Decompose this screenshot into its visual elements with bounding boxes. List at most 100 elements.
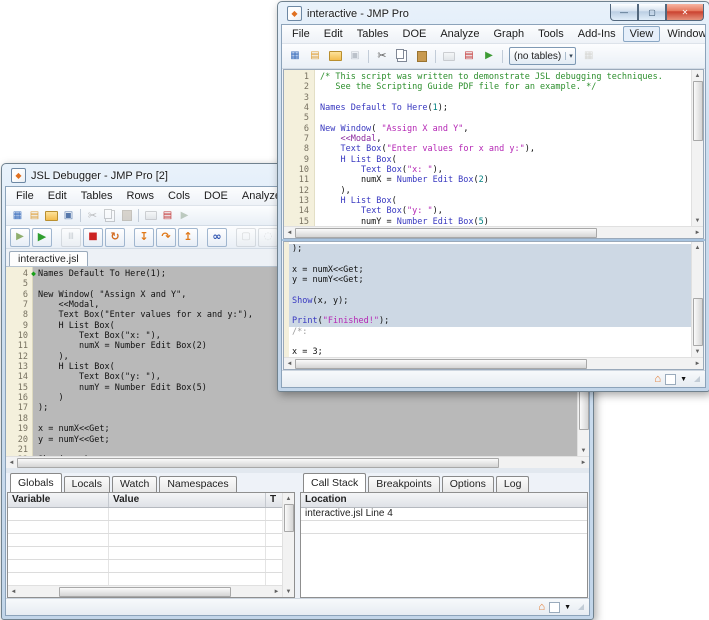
scrollbar-thumb[interactable] [17, 458, 499, 468]
log-line[interactable]: y = numY<<Get; [289, 275, 691, 285]
maximize-button[interactable]: ▢ [638, 4, 666, 21]
scroll-right-icon[interactable]: ► [692, 227, 703, 238]
code-line[interactable]: 12 ), [284, 186, 691, 196]
code-line[interactable]: 9 H List Box( [284, 155, 691, 165]
table-row[interactable] [8, 508, 282, 521]
variables-hscrollbar[interactable]: ◄ ► [8, 585, 282, 597]
scroll-down-icon[interactable]: ▼ [578, 445, 589, 456]
code-line[interactable]: 11 numX = Number Edit Box(2) [284, 175, 691, 185]
menu-item-graph[interactable]: Graph [486, 26, 531, 42]
scroll-right-icon[interactable]: ► [271, 586, 282, 597]
open-icon[interactable] [44, 209, 59, 223]
code-line[interactable]: 10 Text Box("x: "), [284, 165, 691, 175]
code-line[interactable]: 8 Text Box("Enter values for x and y:"), [284, 144, 691, 154]
log-line[interactable]: x = 3; [289, 347, 691, 357]
log-line[interactable]: ); [289, 244, 691, 254]
scroll-up-icon[interactable]: ▲ [692, 70, 703, 81]
tab-globals[interactable]: Globals [10, 473, 62, 492]
copy-icon[interactable] [393, 48, 411, 65]
debug-run-icon[interactable] [10, 228, 30, 247]
pdf-icon[interactable] [160, 209, 175, 223]
tab-breakpoints[interactable]: Breakpoints [368, 476, 439, 492]
dropdown-arrow-icon[interactable]: ▼ [564, 604, 571, 611]
scrollbar-thumb[interactable] [284, 504, 294, 532]
log-line[interactable]: Print("Finished!"); [289, 316, 691, 326]
step-over-icon[interactable] [156, 228, 176, 247]
stop-icon[interactable] [83, 228, 103, 247]
pdf-icon[interactable] [460, 48, 478, 65]
menu-item-doe[interactable]: DOE [197, 188, 235, 204]
log-line[interactable] [289, 337, 691, 347]
code-line[interactable]: 13 H List Box( [284, 196, 691, 206]
scroll-left-icon[interactable]: ◄ [284, 227, 295, 238]
code-line[interactable]: 4Names Default To Here(1); [284, 103, 691, 113]
code-line[interactable]: 5 [284, 113, 691, 123]
scrollbar-thumb[interactable] [693, 298, 703, 346]
table-row[interactable] [301, 521, 587, 534]
home-icon[interactable]: ⌂ [654, 374, 661, 385]
log-line[interactable] [289, 254, 691, 264]
new-script-icon[interactable] [27, 209, 42, 223]
interactive-titlebar[interactable]: ◆ interactive - JMP Pro — ▢ ✕ [281, 2, 706, 24]
code-line[interactable]: 2 See the Scripting Guide PDF file for a… [284, 82, 691, 92]
log-vscrollbar[interactable]: ▲ ▼ [691, 242, 703, 357]
table-row[interactable] [8, 521, 282, 534]
cut-icon[interactable] [373, 48, 391, 65]
step-into-icon[interactable] [134, 228, 154, 247]
tables-dropdown[interactable]: (no tables)▾ [509, 47, 576, 65]
save-icon[interactable] [61, 209, 76, 223]
code-line[interactable]: 17); [6, 403, 577, 413]
resize-grip[interactable] [694, 376, 700, 382]
scroll-up-icon[interactable]: ▲ [283, 493, 294, 504]
tab-call-stack[interactable]: Call Stack [303, 473, 366, 492]
scroll-right-icon[interactable]: ► [692, 358, 703, 369]
scroll-left-icon[interactable]: ◄ [8, 586, 19, 597]
menu-item-file[interactable]: File [285, 26, 317, 42]
script-editor-vscrollbar[interactable]: ▲ ▼ [691, 70, 703, 226]
menu-item-doe[interactable]: DOE [396, 26, 434, 42]
table-row[interactable] [8, 534, 282, 547]
table-row[interactable] [8, 573, 282, 585]
script-editor-hscrollbar[interactable]: ◄ ► [284, 226, 703, 238]
run-script-icon[interactable] [480, 48, 498, 65]
new-data-table-icon[interactable] [10, 209, 25, 223]
scroll-down-icon[interactable]: ▼ [283, 586, 294, 597]
scrollbar-thumb[interactable] [59, 587, 231, 597]
log-line[interactable] [289, 306, 691, 316]
script-editor[interactable]: 1/* This script was written to demonstra… [284, 70, 691, 226]
breakpoints-icon[interactable] [207, 228, 227, 247]
menu-item-edit[interactable]: Edit [41, 188, 74, 204]
tab-interactive-jsl[interactable]: interactive.jsl [9, 251, 88, 266]
scroll-down-icon[interactable]: ▼ [692, 215, 703, 226]
code-line[interactable]: 7 <<Modal, [284, 134, 691, 144]
code-line[interactable]: 16 ) [6, 393, 577, 403]
table-row[interactable] [8, 560, 282, 573]
code-line[interactable]: 6New Window( "Assign X and Y", [284, 124, 691, 134]
code-line[interactable]: 18 [6, 414, 577, 424]
code-line[interactable]: 19x = numX<<Get; [6, 424, 577, 434]
code-line[interactable]: 20y = numY<<Get; [6, 435, 577, 445]
interactive-script-window[interactable]: ◆ interactive - JMP Pro — ▢ ✕ FileEditTa… [277, 1, 709, 392]
log-line[interactable] [289, 285, 691, 295]
menu-item-view[interactable]: View [623, 26, 661, 42]
table-row[interactable] [8, 547, 282, 560]
menu-item-rows[interactable]: Rows [120, 188, 162, 204]
tab-locals[interactable]: Locals [64, 476, 110, 492]
scroll-down-icon[interactable]: ▼ [692, 346, 703, 357]
resize-grip[interactable] [578, 604, 584, 610]
log-line[interactable]: Show(x, y); [289, 296, 691, 306]
log-line[interactable]: /*: [289, 327, 691, 337]
scroll-right-icon[interactable]: ► [578, 457, 589, 468]
code-line[interactable]: 14 Text Box("y: "), [284, 206, 691, 216]
open-icon[interactable] [326, 48, 344, 65]
code-line[interactable]: 21 [6, 445, 577, 455]
tab-watch[interactable]: Watch [112, 476, 157, 492]
scroll-left-icon[interactable]: ◄ [6, 457, 17, 468]
paste-icon[interactable] [413, 48, 431, 65]
code-line[interactable]: 22Show(x, y); [6, 455, 577, 456]
menu-item-edit[interactable]: Edit [317, 26, 350, 42]
scrollbar-thumb[interactable] [295, 228, 597, 238]
menu-item-file[interactable]: File [9, 188, 41, 204]
minimize-button[interactable]: — [610, 4, 638, 21]
log-hscrollbar[interactable]: ◄ ► [284, 357, 703, 369]
